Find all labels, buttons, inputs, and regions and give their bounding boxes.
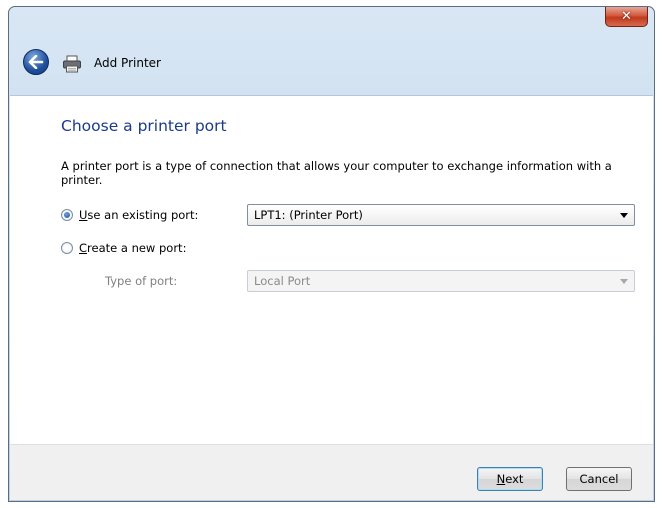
port-type-select: Local Port (247, 270, 635, 292)
use-existing-port-label[interactable]: Use an existing port: (79, 208, 198, 222)
wizard-content: Choose a printer port A printer port is … (10, 95, 653, 445)
use-existing-port-option[interactable]: Use an existing port: (61, 208, 198, 222)
cancel-button[interactable]: Cancel (566, 467, 632, 491)
existing-port-select[interactable]: LPT1: (Printer Port) (247, 204, 635, 226)
close-icon: ✕ (621, 9, 632, 24)
type-of-port-label: Type of port: (105, 274, 178, 288)
wizard-title: Add Printer (94, 56, 161, 70)
add-printer-window: ✕ Add Printer Choose a printer port A pr… (8, 6, 655, 502)
page-description: A printer port is a type of connection t… (61, 159, 612, 187)
use-existing-port-radio[interactable] (61, 209, 73, 221)
next-button[interactable]: Next (477, 467, 543, 491)
existing-port-value: LPT1: (Printer Port) (254, 208, 363, 222)
create-new-port-label[interactable]: Create a new port: (79, 241, 186, 255)
title-bar: ✕ (9, 7, 654, 35)
create-new-port-radio[interactable] (61, 242, 73, 254)
navigation-bar: Add Printer (9, 35, 654, 95)
back-arrow-icon (28, 55, 44, 69)
create-new-port-option[interactable]: Create a new port: (61, 241, 186, 255)
back-button[interactable] (23, 49, 49, 75)
close-button[interactable]: ✕ (605, 7, 648, 27)
button-bar: Next Cancel (10, 444, 653, 500)
page-title: Choose a printer port (61, 117, 227, 135)
port-type-value: Local Port (254, 274, 311, 288)
chevron-down-icon (620, 213, 628, 218)
chevron-down-icon (620, 279, 628, 284)
printer-icon (63, 55, 81, 73)
